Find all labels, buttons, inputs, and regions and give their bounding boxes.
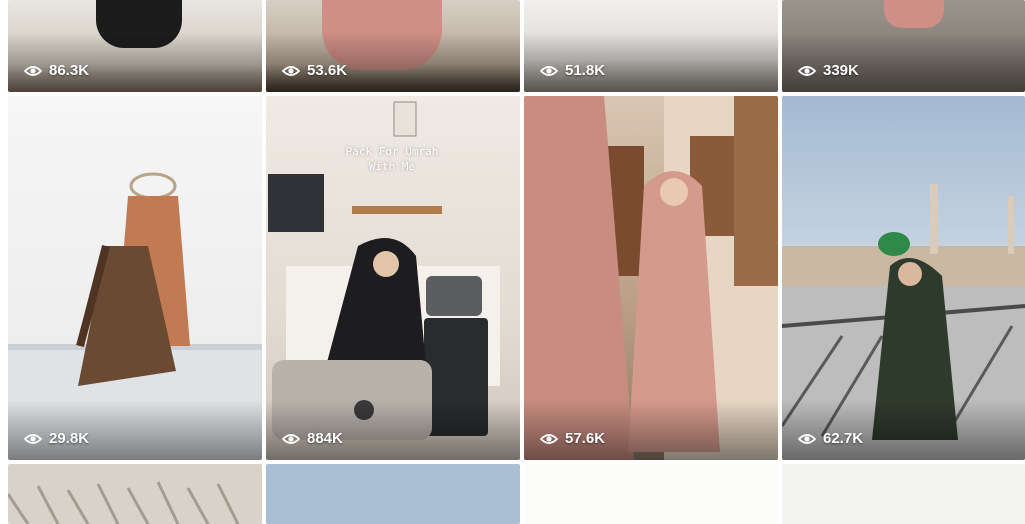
eye-icon	[24, 65, 42, 76]
video-thumbnail[interactable]: 51.8K	[524, 0, 778, 92]
view-count: 29.8K	[24, 430, 89, 447]
video-thumbnail[interactable]: Pack For Umrah With Me 884K	[266, 96, 520, 460]
eye-icon	[540, 65, 558, 76]
video-thumbnail[interactable]	[266, 464, 520, 524]
view-count: 884K	[282, 430, 343, 447]
view-count: 57.6K	[540, 430, 605, 447]
eye-icon	[24, 433, 42, 444]
view-count: 62.7K	[798, 430, 863, 447]
view-count-label: 62.7K	[823, 430, 864, 447]
view-count: 86.3K	[24, 62, 89, 79]
video-thumbnail[interactable]: 57.6K	[524, 96, 778, 460]
video-thumbnail[interactable]: 86.3K	[8, 0, 262, 92]
view-count-label: 86.3K	[49, 62, 90, 79]
video-grid: 86.3K 53.6K 51.8K 339K 29.8K Pack For Um…	[0, 0, 1025, 524]
view-count-label: 53.6K	[307, 62, 348, 79]
view-count-label: 339K	[823, 62, 859, 79]
video-thumbnail[interactable]	[8, 464, 262, 524]
video-overlay-text: Pack For Umrah With Me	[345, 145, 439, 173]
video-thumbnail[interactable]	[524, 464, 778, 524]
view-count: 51.8K	[540, 62, 605, 79]
video-thumbnail[interactable]: 62.7K	[782, 96, 1025, 460]
eye-icon	[540, 433, 558, 444]
view-count-label: 884K	[307, 430, 343, 447]
video-thumbnail[interactable]: 53.6K	[266, 0, 520, 92]
view-count-label: 29.8K	[49, 430, 90, 447]
eye-icon	[282, 433, 300, 444]
eye-icon	[282, 65, 300, 76]
thumbnail-image	[8, 481, 240, 524]
view-count-label: 57.6K	[565, 430, 606, 447]
thumbnail-image	[884, 0, 944, 28]
video-thumbnail[interactable]: 339K	[782, 0, 1025, 92]
eye-icon	[798, 65, 816, 76]
video-thumbnail[interactable]	[782, 464, 1025, 524]
view-count: 53.6K	[282, 62, 347, 79]
view-count-label: 51.8K	[565, 62, 606, 79]
view-count: 339K	[798, 62, 859, 79]
eye-icon	[798, 433, 816, 444]
video-thumbnail[interactable]: 29.8K	[8, 96, 262, 460]
